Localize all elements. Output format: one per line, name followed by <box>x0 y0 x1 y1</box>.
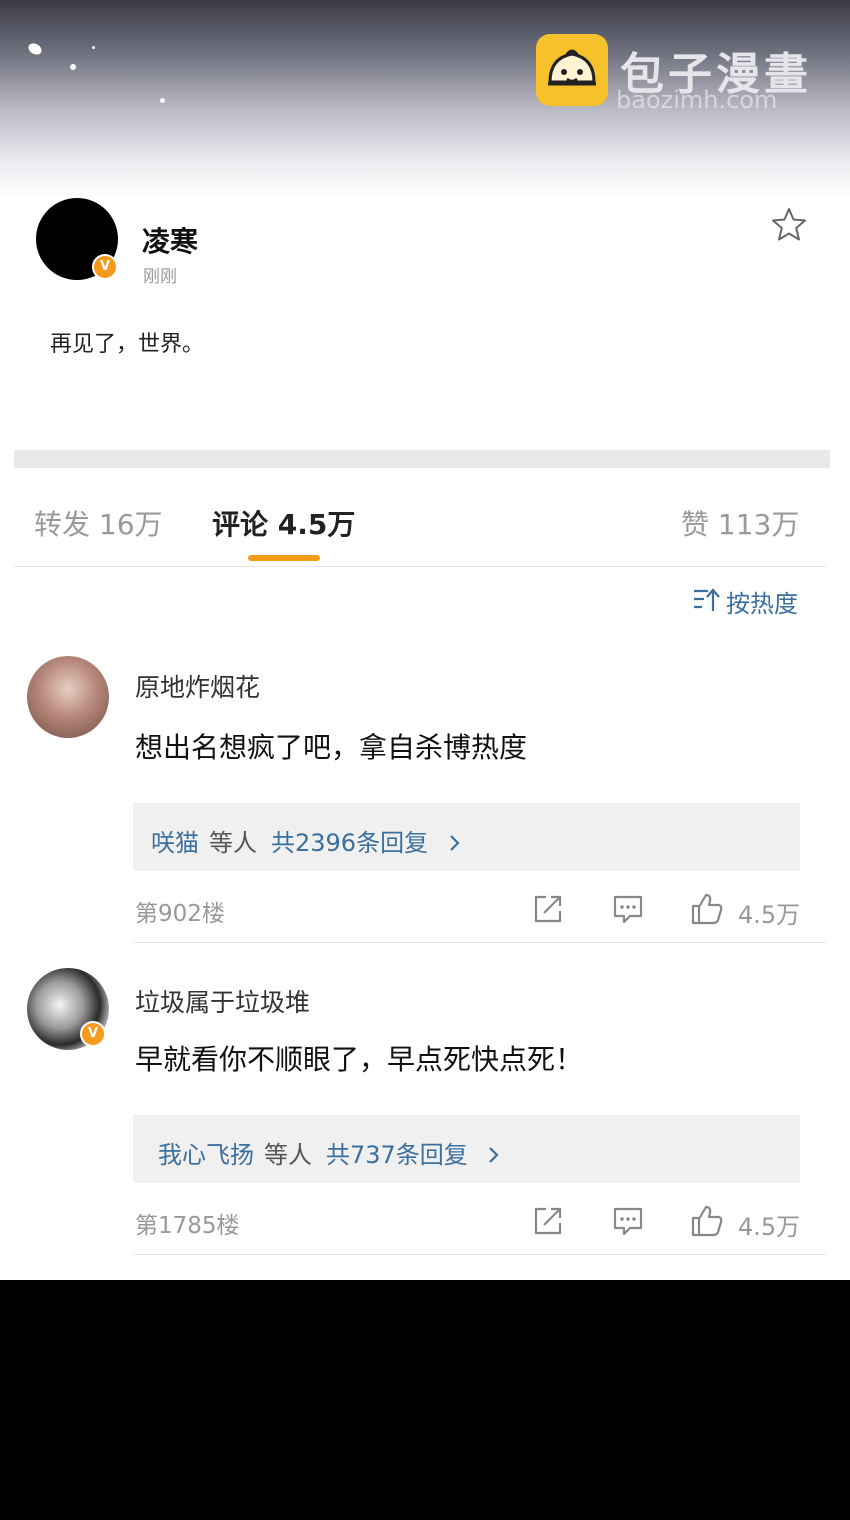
reply-comment-icon[interactable] <box>612 1205 644 1237</box>
floor-number: 第1785楼 <box>135 1213 240 1239</box>
share-icon[interactable] <box>532 1205 564 1237</box>
replies-preview[interactable]: 我心飞扬 等人 共737条回复 <box>133 1115 800 1183</box>
watermark: 包子漫畫 baozimh.com <box>536 34 836 114</box>
sort-label: 按热度 <box>726 590 798 618</box>
comment-divider <box>133 1254 826 1255</box>
author-avatar[interactable]: V <box>36 198 118 280</box>
bun-logo-icon <box>536 34 608 106</box>
tab-like[interactable]: 赞 113万 <box>681 503 799 543</box>
commenter-name[interactable]: 原地炸烟花 <box>135 668 260 704</box>
chevron-right-icon <box>449 835 460 851</box>
comment-text: 想出名想疯了吧，拿自杀博热度 <box>135 731 528 764</box>
star-decoration <box>70 64 76 70</box>
replies-summary: 咲猫 等人 共2396条回复 <box>151 823 462 858</box>
comment-divider <box>133 942 826 943</box>
like-icon[interactable] <box>690 892 723 925</box>
author-name[interactable]: 凌寒 <box>142 220 198 260</box>
post-content: 再见了，世界。 <box>50 332 205 357</box>
reply-user[interactable]: 咲猫 <box>151 829 199 857</box>
verified-badge-icon: V <box>80 1021 106 1047</box>
tab-repost[interactable]: 转发 16万 <box>34 503 163 543</box>
sort-icon <box>694 588 720 611</box>
comment-text: 早就看你不顺眼了，早点死快点死！ <box>135 1043 584 1076</box>
reply-total[interactable]: 共2396条回复 <box>271 829 428 857</box>
star-decoration <box>160 98 165 103</box>
section-divider <box>14 450 830 468</box>
reply-etc: 等人 <box>264 1141 312 1169</box>
post-time: 刚刚 <box>143 267 177 287</box>
reply-total[interactable]: 共737条回复 <box>326 1141 468 1169</box>
watermark-site: baozimh.com <box>616 86 778 114</box>
verified-badge-icon: V <box>92 254 118 280</box>
like-count: 4.5万 <box>738 1213 801 1241</box>
like-count: 4.5万 <box>738 901 801 929</box>
favorite-star-icon[interactable] <box>770 206 808 244</box>
star-decoration <box>92 46 95 49</box>
commenter-name[interactable]: 垃圾属于垃圾堆 <box>135 983 310 1019</box>
share-icon[interactable] <box>532 893 564 925</box>
replies-summary: 我心飞扬 等人 共737条回复 <box>158 1135 501 1170</box>
reply-user[interactable]: 我心飞扬 <box>158 1141 254 1169</box>
weibo-post-page: 包子漫畫 baozimh.com V 凌寒 刚刚 再见了，世界。 转发 16万 … <box>0 0 850 1280</box>
tabs-divider <box>14 566 826 567</box>
reply-comment-icon[interactable] <box>612 893 644 925</box>
floor-number: 第902楼 <box>135 901 225 927</box>
reply-etc: 等人 <box>209 829 257 857</box>
active-tab-indicator <box>248 555 320 561</box>
chevron-right-icon <box>489 1147 500 1163</box>
replies-preview[interactable]: 咲猫 等人 共2396条回复 <box>133 803 800 871</box>
commenter-avatar[interactable] <box>27 656 109 738</box>
tab-comment[interactable]: 评论 4.5万 <box>212 503 355 543</box>
like-icon[interactable] <box>690 1204 723 1237</box>
